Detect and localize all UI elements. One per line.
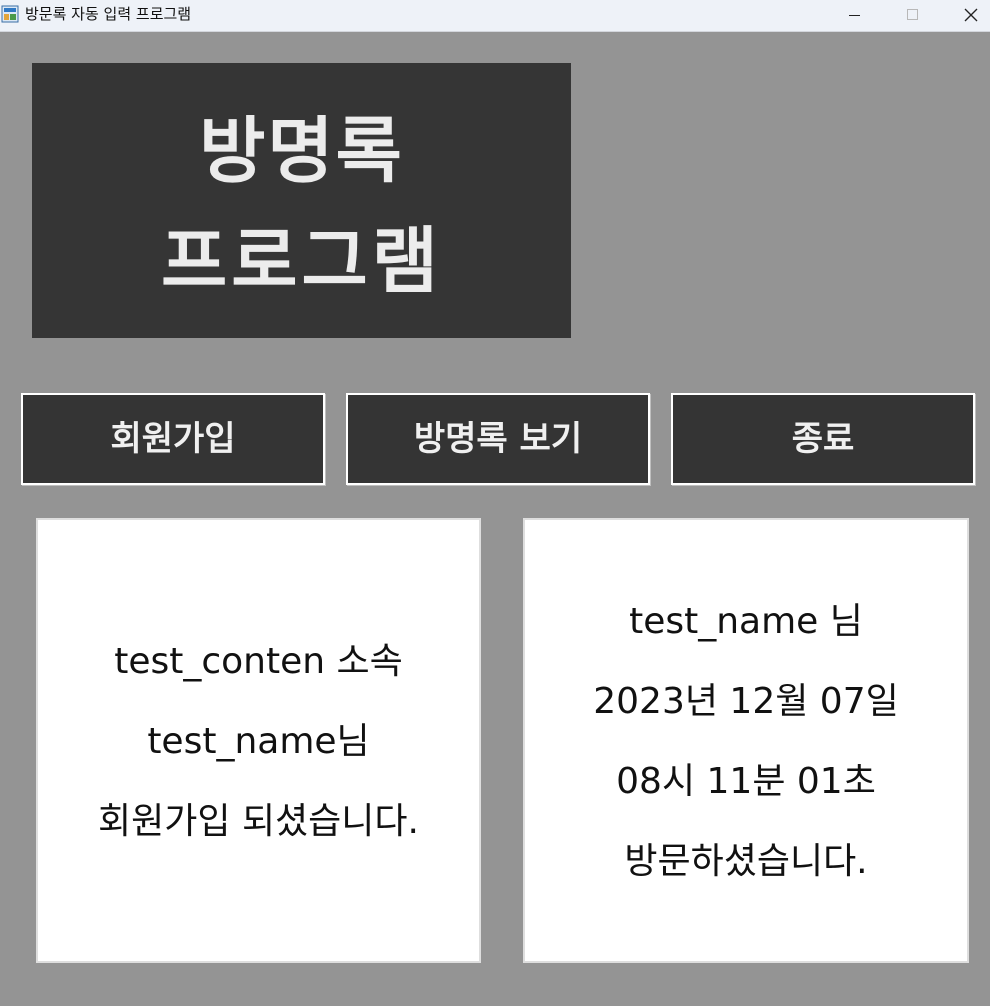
- visit-message-panel: test_name 님 2023년 12월 07일 08시 11분 01초 방문…: [523, 518, 969, 963]
- minimize-button[interactable]: [826, 0, 884, 31]
- visit-time-text: 08시 11분 01초: [616, 761, 876, 802]
- signup-message-panel: test_conten 소속 test_name님 회원가입 되셨습니다.: [36, 518, 481, 963]
- banner-title-line1: 방명록: [199, 109, 404, 193]
- signup-button[interactable]: 회원가입: [21, 393, 325, 485]
- signup-name-text: test_name님: [147, 721, 370, 762]
- visit-date-text: 2023년 12월 07일: [593, 681, 899, 722]
- close-button[interactable]: [942, 0, 990, 31]
- signup-complete-text: 회원가입 되셨습니다.: [98, 801, 419, 842]
- close-icon: [964, 8, 978, 22]
- title-banner: 방명록 프로그램: [32, 63, 571, 338]
- signup-affiliation-text: test_conten 소속: [114, 641, 403, 682]
- maximize-button[interactable]: [883, 0, 941, 31]
- visit-complete-text: 방문하셨습니다.: [624, 841, 868, 882]
- app-icon: [1, 5, 19, 23]
- banner-title-line2: 프로그램: [161, 219, 442, 303]
- window-title: 방문록 자동 입력 프로그램: [25, 5, 192, 23]
- view-guestbook-button[interactable]: 방명록 보기: [346, 393, 650, 485]
- title-bar: 방문록 자동 입력 프로그램: [0, 0, 990, 32]
- minimize-icon: [849, 15, 860, 16]
- maximize-icon: [907, 9, 918, 20]
- visit-name-text: test_name 님: [629, 601, 863, 642]
- exit-button[interactable]: 종료: [671, 393, 975, 485]
